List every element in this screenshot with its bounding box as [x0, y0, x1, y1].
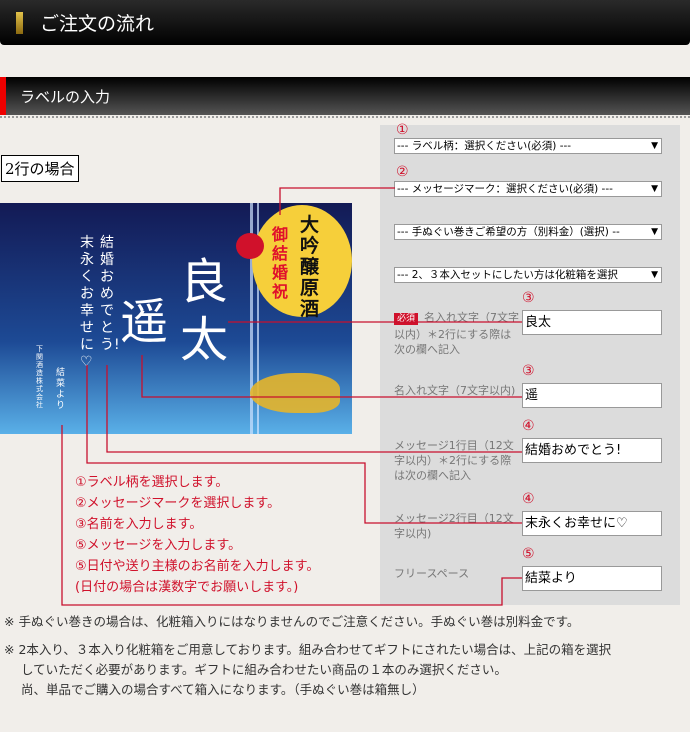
instructions: ①ラベル柄を選択します。 ②メッセージマークを選択します。 ③名前を入力します。…	[75, 475, 320, 595]
notes: ※ 手ぬぐい巻きの場合は、化粧箱入りにはなりませんのでご注意ください。手ぬぐい巻…	[4, 614, 612, 697]
